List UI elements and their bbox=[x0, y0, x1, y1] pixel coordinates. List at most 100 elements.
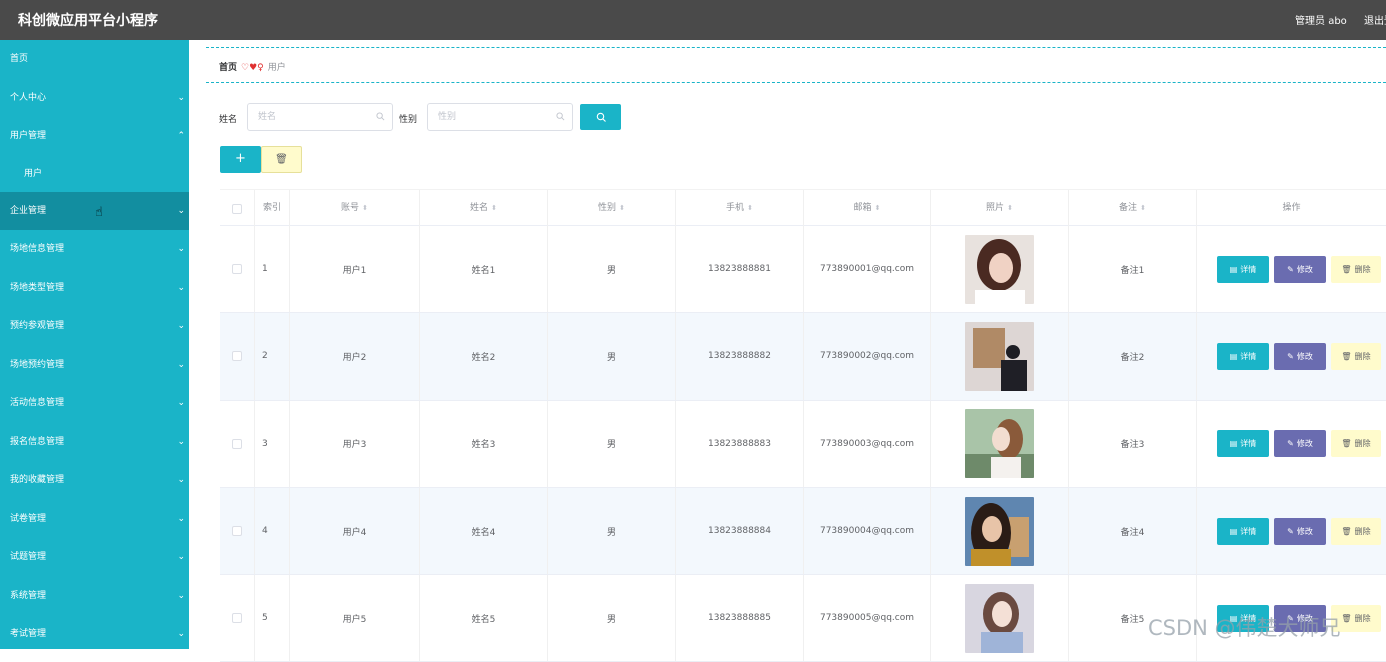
col-header-label: 邮箱 bbox=[853, 203, 872, 213]
sidebar-item-company-management[interactable]: 企业管理 ⌄ ☝ bbox=[0, 191, 189, 230]
sidebar-item-label: 系统管理 bbox=[10, 590, 47, 601]
name-search-field[interactable] bbox=[247, 103, 393, 131]
cell-name: 姓名4 bbox=[420, 487, 548, 575]
sidebar-item-user-management[interactable]: 用户管理 ⌃ bbox=[0, 117, 189, 156]
plus-icon: + bbox=[235, 151, 246, 166]
top-bar: 科创微应用平台小程序 管理员 abo 退出登 bbox=[0, 0, 1386, 40]
search-button[interactable] bbox=[580, 104, 621, 130]
document-icon: ▤ bbox=[1229, 264, 1238, 274]
chevron-down-icon: ⌄ bbox=[177, 359, 185, 370]
col-header-phone[interactable]: 手机 ⬍ bbox=[676, 190, 804, 227]
detail-button[interactable]: ▤ 详情 bbox=[1217, 255, 1269, 283]
col-header-name[interactable]: 姓名 ⬍ bbox=[420, 190, 548, 227]
cell-index: 1 bbox=[255, 226, 290, 313]
sidebar-item-papers[interactable]: 试卷管理 ⌄ bbox=[0, 500, 189, 539]
delete-button[interactable]: 🗑 删除 bbox=[1331, 517, 1381, 545]
delete-button[interactable]: 🗑 删除 bbox=[1331, 430, 1381, 458]
col-header-note[interactable]: 备注 ⬍ bbox=[1069, 190, 1197, 227]
user-photo[interactable] bbox=[965, 321, 1034, 391]
chevron-down-icon: ⌄ bbox=[177, 590, 185, 601]
breadcrumb-separator-icon: ♡♥♀ bbox=[241, 63, 264, 73]
user-photo[interactable] bbox=[965, 583, 1034, 653]
row-checkbox[interactable] bbox=[232, 351, 242, 362]
cell-phone: 13823888883 bbox=[676, 400, 804, 487]
cell-gender: 男 bbox=[548, 487, 676, 575]
sidebar-item-favorites[interactable]: 我的收藏管理 ⌄ bbox=[0, 461, 189, 500]
chevron-down-icon: ⌄ bbox=[177, 92, 185, 103]
cell-email: 773890002@qq.com bbox=[804, 313, 931, 400]
row-actions: ▤ 详情 ✎ 修改 🗑 删除 bbox=[1217, 488, 1381, 574]
sort-icon: ⬍ bbox=[1140, 204, 1146, 212]
sidebar-item-venue-type[interactable]: 场地类型管理 ⌄ bbox=[0, 269, 189, 308]
top-right: 管理员 abo 退出登 bbox=[1295, 12, 1386, 27]
delete-label: 删除 bbox=[1354, 526, 1371, 536]
row-checkbox[interactable] bbox=[232, 438, 242, 449]
sort-icon: ⬍ bbox=[491, 204, 497, 212]
batch-delete-button[interactable]: 🗑 bbox=[261, 146, 302, 173]
chevron-down-icon: ⌄ bbox=[177, 244, 185, 254]
cell-gender: 男 bbox=[548, 400, 676, 487]
edit-button[interactable]: ✎ 修改 bbox=[1274, 255, 1326, 283]
logout-link[interactable]: 退出登 bbox=[1364, 16, 1386, 27]
gender-search-input[interactable] bbox=[438, 105, 548, 129]
delete-button[interactable]: 🗑 删除 bbox=[1331, 255, 1381, 283]
col-header-email[interactable]: 邮箱 ⬍ bbox=[804, 190, 931, 227]
col-header-account[interactable]: 账号 ⬍ bbox=[290, 190, 420, 227]
breadcrumb-current: 用户 bbox=[267, 63, 286, 73]
user-photo[interactable] bbox=[965, 409, 1034, 479]
detail-button[interactable]: ▤ 详情 bbox=[1217, 430, 1269, 458]
col-header-label: 姓名 bbox=[470, 203, 489, 213]
sidebar-item-home[interactable]: 首页 bbox=[0, 40, 189, 79]
cell-photo bbox=[931, 400, 1069, 487]
detail-button[interactable]: ▤ 详情 bbox=[1217, 517, 1269, 545]
row-checkbox[interactable] bbox=[232, 613, 242, 624]
edit-button[interactable]: ✎ 修改 bbox=[1274, 342, 1326, 370]
chevron-down-icon: ⌄ bbox=[177, 282, 185, 293]
detail-label: 详情 bbox=[1240, 526, 1257, 536]
delete-label: 删除 bbox=[1354, 264, 1371, 274]
row-actions: ▤ 详情 ✎ 修改 🗑 删除 bbox=[1217, 313, 1381, 399]
name-search-input[interactable] bbox=[258, 105, 368, 129]
user-photo[interactable] bbox=[965, 496, 1034, 566]
col-header-label: 性别 bbox=[598, 203, 617, 213]
sidebar-item-activity-info[interactable]: 活动信息管理 ⌄ bbox=[0, 384, 189, 423]
breadcrumb-bar: 首页 ♡♥♀ 用户 bbox=[206, 47, 1386, 83]
sidebar-item-exams[interactable]: 考试管理 ⌄ bbox=[0, 615, 189, 649]
sidebar-item-questions[interactable]: 试题管理 ⌄ bbox=[0, 538, 189, 577]
delete-button[interactable]: 🗑 删除 bbox=[1331, 342, 1381, 370]
detail-button[interactable]: ▤ 详情 bbox=[1217, 342, 1269, 370]
sidebar-item-label: 企业管理 bbox=[10, 205, 47, 216]
sidebar-item-venue-info[interactable]: 场地信息管理 ⌄ bbox=[0, 230, 189, 269]
cell-photo bbox=[931, 313, 1069, 400]
sidebar-subitem-users[interactable]: 用户 bbox=[0, 156, 189, 192]
add-button[interactable]: + bbox=[220, 146, 261, 173]
sidebar-item-profile[interactable]: 个人中心 ⌄ bbox=[0, 79, 189, 118]
sidebar-item-visit-booking[interactable]: 预约参观管理 ⌄ bbox=[0, 307, 189, 346]
detail-label: 详情 bbox=[1240, 264, 1257, 274]
col-header-photo[interactable]: 照片 ⬍ bbox=[931, 190, 1069, 227]
cell-photo bbox=[931, 487, 1069, 575]
row-checkbox[interactable] bbox=[232, 264, 242, 275]
sidebar-item-system[interactable]: 系统管理 ⌄ bbox=[0, 577, 189, 616]
delete-label: 删除 bbox=[1354, 613, 1371, 623]
breadcrumb-home[interactable]: 首页 bbox=[219, 63, 237, 73]
edit-button[interactable]: ✎ 修改 bbox=[1274, 430, 1326, 458]
row-checkbox[interactable] bbox=[232, 526, 242, 537]
select-all-checkbox[interactable] bbox=[232, 203, 242, 214]
sidebar-item-signup-info[interactable]: 报名信息管理 ⌄ bbox=[0, 423, 189, 462]
cell-account: 用户2 bbox=[290, 313, 420, 400]
search-icon bbox=[556, 112, 565, 121]
name-label: 姓名 bbox=[219, 115, 238, 125]
edit-button[interactable]: ✎ 修改 bbox=[1274, 517, 1326, 545]
sidebar-item-label: 用户 bbox=[24, 168, 43, 179]
col-header-gender[interactable]: 性别 ⬍ bbox=[548, 190, 676, 227]
gender-search-field[interactable] bbox=[427, 103, 573, 131]
cell-phone: 13823888881 bbox=[676, 226, 804, 313]
user-photo[interactable] bbox=[965, 234, 1034, 304]
col-header-label: 备注 bbox=[1119, 203, 1138, 213]
cell-note: 备注1 bbox=[1069, 226, 1197, 313]
sidebar-item-venue-booking[interactable]: 场地预约管理 ⌄ bbox=[0, 346, 189, 385]
sidebar-item-label: 活动信息管理 bbox=[10, 398, 65, 408]
row-select-cell bbox=[220, 313, 255, 400]
document-icon: ▤ bbox=[1229, 526, 1238, 536]
